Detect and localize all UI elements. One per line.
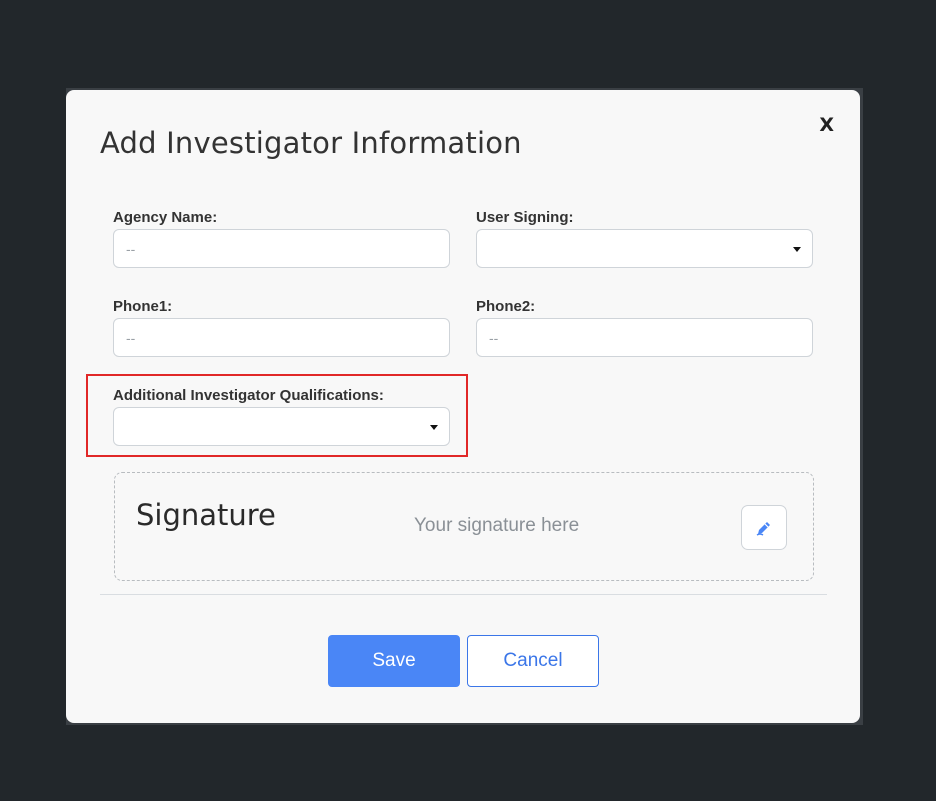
modal-title: Add Investigator Information [100,126,522,160]
phone2-input[interactable] [477,319,812,356]
additional-qualifications-select[interactable] [113,407,450,446]
phone2-label: Phone2: [476,298,536,315]
phone1-input[interactable] [114,319,449,356]
phone1-box [113,318,450,357]
signature-title: Signature [136,498,276,532]
divider [100,594,827,595]
phone1-label: Phone1: [113,298,173,315]
caret-down-icon [430,425,438,430]
signature-area[interactable]: Signature Your signature here [114,472,814,581]
caret-down-icon [793,247,801,252]
edit-signature-button[interactable] [741,505,787,550]
close-button[interactable]: X [819,116,834,135]
additional-qualifications-label: Additional Investigator Qualifications: [113,387,384,404]
save-button[interactable]: Save [328,635,460,687]
phone2-field: Phone2: [476,298,813,357]
phone1-field: Phone1: [113,298,450,357]
user-signing-select[interactable] [476,229,813,268]
agency-name-label: Agency Name: [113,209,218,226]
pen-icon [756,521,770,536]
cancel-button[interactable]: Cancel [467,635,599,687]
additional-qualifications-field: Additional Investigator Qualifications: [113,387,450,446]
agency-name-input[interactable] [114,230,449,267]
user-signing-label: User Signing: [476,209,574,226]
signature-placeholder: Your signature here [414,515,580,536]
phone2-box [476,318,813,357]
user-signing-field: User Signing: [476,209,813,268]
add-investigator-modal: X Add Investigator Information Agency Na… [66,90,860,723]
agency-name-box [113,229,450,268]
agency-name-field: Agency Name: [113,209,450,268]
